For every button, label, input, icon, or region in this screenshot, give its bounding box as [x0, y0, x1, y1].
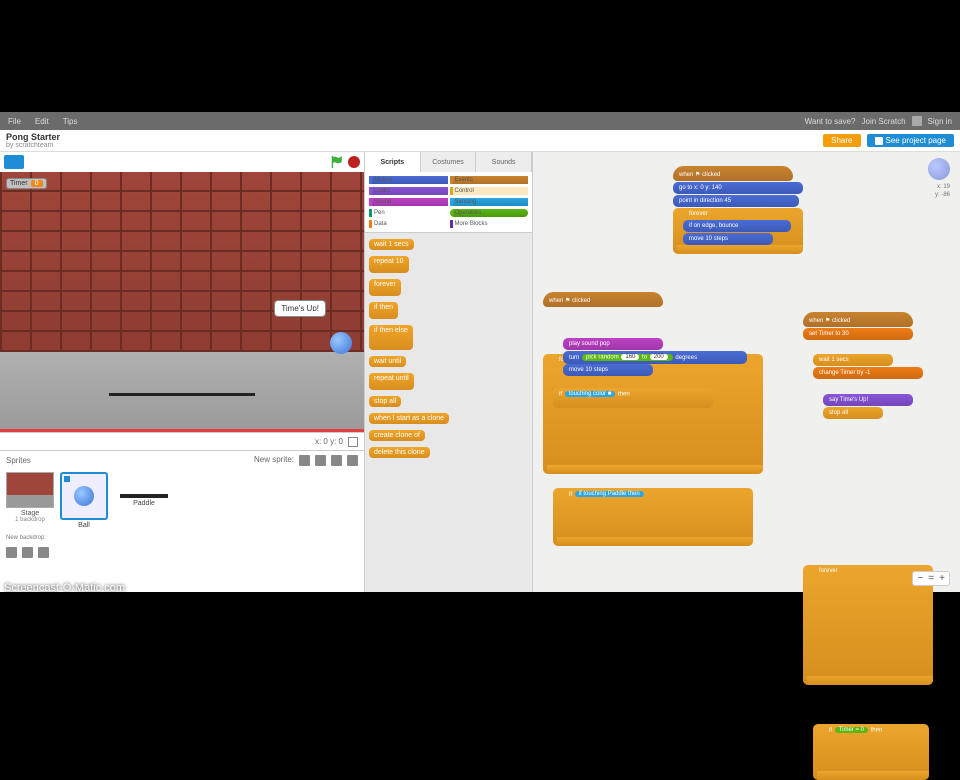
palette-block[interactable]: repeat until: [369, 373, 414, 390]
category-sensing[interactable]: Sensing: [450, 198, 529, 206]
current-sprite-thumb: [928, 158, 950, 180]
stop-icon[interactable]: [348, 156, 360, 168]
upload-backdrop-icon[interactable]: [38, 547, 49, 558]
stage-thumbnail[interactable]: Stage 1 backdrop: [6, 472, 54, 523]
choose-sprite-library-icon[interactable]: [299, 455, 310, 466]
palette-block[interactable]: when I start as a clone: [369, 413, 449, 424]
editor-tabs: Scripts Costumes Sounds: [365, 152, 532, 172]
category-motion[interactable]: Motion: [369, 176, 448, 184]
palette-block[interactable]: wait 1 secs: [369, 239, 414, 250]
project-title: Pong Starter: [6, 132, 60, 142]
block-data-change[interactable]: change Timer by -1: [813, 367, 923, 379]
palette-block[interactable]: stop all: [369, 396, 401, 407]
sprites-label: Sprites: [6, 456, 31, 465]
paint-sprite-icon[interactable]: [315, 455, 326, 466]
zoom-in-button[interactable]: +: [939, 573, 945, 584]
block-sound[interactable]: play sound pop: [563, 338, 663, 350]
signin-link[interactable]: Sign in: [928, 117, 952, 126]
block-motion[interactable]: go to x: 0 y: 140: [673, 182, 803, 194]
menu-tips[interactable]: Tips: [63, 117, 78, 126]
block-wait[interactable]: wait 1 secs: [813, 354, 893, 366]
block-motion[interactable]: if on edge, bounce: [683, 220, 791, 232]
block-hat-flag[interactable]: when ⚑ clicked: [543, 292, 663, 307]
camera-sprite-icon[interactable]: [347, 455, 358, 466]
join-link[interactable]: Join Scratch: [862, 117, 906, 126]
user-icon: [912, 116, 922, 126]
palette-block[interactable]: wait until: [369, 356, 406, 367]
sprite-pane: Sprites New sprite: Stage: [0, 450, 364, 592]
category-more[interactable]: More Blocks: [450, 220, 529, 228]
palette-block[interactable]: forever: [369, 279, 401, 296]
save-prompt: Want to save?: [805, 117, 856, 126]
watermark: Screencast-O-Matic.com: [4, 582, 125, 594]
green-flag-icon[interactable]: [330, 155, 344, 169]
tab-sounds[interactable]: Sounds: [476, 152, 532, 172]
variable-monitor-timer[interactable]: Timer 0: [6, 178, 47, 189]
category-pen[interactable]: Pen: [369, 209, 448, 217]
zoom-out-button[interactable]: −: [917, 573, 923, 584]
fullscreen-icon[interactable]: [348, 437, 358, 447]
backdrop-brick-wall: [0, 172, 364, 352]
paddle-sprite-on-stage[interactable]: [109, 393, 255, 396]
speech-bubble: Time's Up!: [274, 300, 326, 317]
zoom-reset-button[interactable]: =: [928, 573, 934, 584]
block-motion[interactable]: move 10 steps: [683, 233, 773, 245]
palette-block[interactable]: repeat 10: [369, 256, 409, 273]
page-icon: [875, 137, 883, 145]
category-control[interactable]: Control: [450, 187, 529, 195]
block-hat-flag[interactable]: when ⚑ clicked: [803, 312, 913, 327]
sprite-coords-readout: x: 19 y: -86: [935, 184, 950, 200]
palette-block[interactable]: if then else: [369, 325, 413, 350]
stage-coords: x: 0 y: 0: [315, 437, 343, 446]
tab-costumes[interactable]: Costumes: [421, 152, 477, 172]
block-if[interactable]: if touching color ■ then: [553, 388, 713, 408]
scratch-icon: [4, 155, 24, 169]
menu-edit[interactable]: Edit: [35, 117, 49, 126]
block-motion[interactable]: turn pick random 160 to 200 degrees: [563, 351, 747, 364]
category-data[interactable]: Data: [369, 220, 448, 228]
new-backdrop-label: New backdrop:: [6, 535, 46, 541]
palette-block[interactable]: if then: [369, 302, 398, 319]
block-stop[interactable]: stop all: [823, 407, 883, 419]
script-area[interactable]: x: 19 y: -86 when ⚑ clicked go to x: 0 y…: [533, 152, 960, 592]
block-data-set[interactable]: set Timer to 30: [803, 328, 913, 340]
upload-sprite-icon[interactable]: [331, 455, 342, 466]
block-say[interactable]: say Time's Up!: [823, 394, 913, 406]
block-if[interactable]: if if touching Paddle then: [553, 488, 753, 546]
backdrop-red-line: [0, 429, 364, 432]
share-button[interactable]: Share: [823, 134, 860, 147]
sprite-thumb-ball[interactable]: [60, 472, 108, 520]
stage-footer: x: 0 y: 0: [0, 432, 364, 450]
category-events[interactable]: Events: [450, 176, 529, 184]
zoom-controls: − = +: [912, 571, 950, 586]
menu-file[interactable]: File: [8, 117, 21, 126]
paint-backdrop-icon[interactable]: [22, 547, 33, 558]
category-panel: Motion Looks Sound Pen Data Events Contr…: [365, 172, 532, 233]
project-header: Pong Starter by scratchteam Share See pr…: [0, 130, 960, 152]
palette-block[interactable]: delete this clone: [369, 447, 430, 458]
new-sprite-label: New sprite:: [254, 455, 294, 466]
block-motion[interactable]: move 10 steps: [563, 364, 653, 376]
category-sound[interactable]: Sound: [369, 198, 448, 206]
palette-block[interactable]: create clone of: [369, 430, 425, 441]
category-looks[interactable]: Looks: [369, 187, 448, 195]
sprite-thumb-paddle[interactable]: Paddle: [114, 472, 174, 507]
choose-backdrop-icon[interactable]: [6, 547, 17, 558]
tab-scripts[interactable]: Scripts: [365, 152, 421, 172]
ball-sprite-on-stage[interactable]: [330, 332, 352, 354]
see-project-page-button[interactable]: See project page: [867, 134, 955, 147]
stage[interactable]: Timer 0 Time's Up!: [0, 172, 364, 432]
browser-menubar: File Edit Tips Want to save? Join Scratc…: [0, 112, 960, 130]
block-palette[interactable]: wait 1 secs repeat 10 forever if then if…: [365, 233, 532, 592]
backdrop-ground: [0, 352, 364, 432]
block-if[interactable]: if Timer = 0 then: [813, 724, 929, 780]
block-hat-flag[interactable]: when ⚑ clicked: [673, 166, 793, 181]
project-author: by scratchteam: [6, 142, 60, 149]
category-operators[interactable]: Operators: [450, 209, 529, 217]
block-motion[interactable]: point in direction 45: [673, 195, 799, 207]
